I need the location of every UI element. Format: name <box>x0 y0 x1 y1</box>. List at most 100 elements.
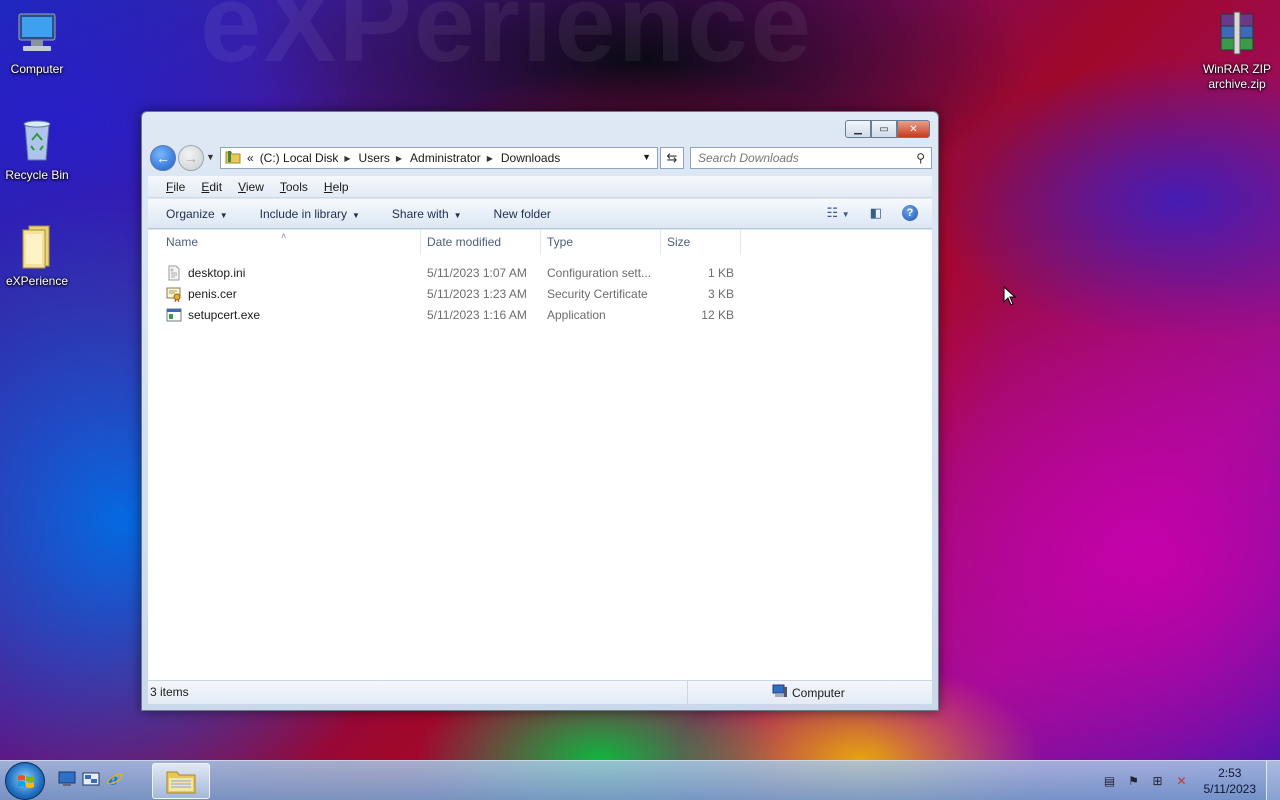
chevron-right-icon[interactable]: ▶ <box>344 154 350 163</box>
status-zone: Computer <box>772 684 845 701</box>
command-bar: Organize ▼ Include in library ▼ Share with… <box>148 199 932 229</box>
file-row[interactable]: setupcert.exe 5/11/2023 1:16 AM Applicat… <box>148 304 932 325</box>
desktop-icon-experience-folder[interactable]: eXPerience <box>0 222 74 289</box>
explorer-folder-icon <box>166 771 196 794</box>
refresh-button[interactable]: ⇆ <box>660 147 684 169</box>
file-type: Application <box>547 307 606 322</box>
back-button[interactable]: ← <box>150 145 176 171</box>
chevron-right-icon[interactable]: ▶ <box>396 154 402 163</box>
breadcrumb-overflow[interactable]: « <box>247 151 254 165</box>
minimize-button[interactable]: ▁ <box>845 120 871 138</box>
view-controls: ☷ ▼ ◧ ? <box>807 205 918 221</box>
file-size: 1 KB <box>707 265 734 280</box>
menu-view[interactable]: View <box>238 180 264 194</box>
network-icon[interactable]: ⊞ <box>1150 773 1166 789</box>
navigation-bar: ← → ▼ « (C:) Local Disk ▶ Users ▶ Admini… <box>150 144 932 172</box>
caption-buttons: ▁ ▭ ✕ <box>845 120 930 138</box>
file-name: penis.cer <box>188 286 237 301</box>
breadcrumb-administrator[interactable]: Administrator <box>410 151 481 165</box>
status-bar: 3 items Computer <box>148 680 932 704</box>
switch-windows-icon[interactable] <box>82 770 100 788</box>
organize-button[interactable]: Organize ▼ <box>166 207 228 221</box>
column-size[interactable]: Size <box>661 230 741 255</box>
recent-pages-dropdown[interactable]: ▼ <box>206 152 215 162</box>
share-with-button[interactable]: Share with ▼ <box>392 207 462 221</box>
taskbar-explorer-button[interactable] <box>152 763 210 799</box>
item-count: 3 items <box>148 681 688 704</box>
file-name: desktop.ini <box>188 265 246 280</box>
chevron-down-icon: ▼ <box>453 210 462 220</box>
desktop-icon-label: eXPerience <box>5 274 69 288</box>
column-headers: Name ˄ Date modified Type Size <box>148 230 932 255</box>
chevron-down-icon: ▼ <box>352 210 360 220</box>
ini-file-icon <box>166 265 182 281</box>
clock-time: 2:53 <box>1218 766 1242 780</box>
chevron-down-icon: ▼ <box>219 210 228 220</box>
windows-logo-icon <box>18 775 34 788</box>
file-date: 5/11/2023 1:23 AM <box>427 286 527 301</box>
help-icon: ? <box>902 205 918 221</box>
file-date: 5/11/2023 1:07 AM <box>427 265 527 280</box>
close-button[interactable]: ✕ <box>897 120 930 138</box>
desktop-icon-computer[interactable]: Computer <box>0 10 74 77</box>
forward-arrow-icon: → <box>184 150 198 166</box>
file-list: Name ˄ Date modified Type Size desktop.i… <box>148 230 932 680</box>
volume-muted-icon[interactable]: ✕ <box>1174 773 1190 789</box>
desktop-icon-label: Computer <box>10 62 64 76</box>
computer-icon <box>772 684 788 701</box>
preview-pane-button[interactable]: ◧ <box>870 205 882 221</box>
column-date-modified[interactable]: Date modified <box>421 230 541 255</box>
show-desktop-icon[interactable] <box>58 770 76 788</box>
menu-tools[interactable]: Tools <box>280 180 308 194</box>
menu-file[interactable]: File <box>166 180 185 194</box>
details-view-icon: ☷ <box>826 205 839 220</box>
certificate-icon <box>166 286 182 302</box>
clock-date: 5/11/2023 <box>1203 782 1257 796</box>
menu-bar: File Edit View Tools Help <box>148 176 932 198</box>
file-type: Configuration sett... <box>547 265 652 280</box>
show-desktop-button[interactable] <box>1266 761 1280 800</box>
explorer-window: ▁ ▭ ✕ ← → ▼ « (C:) Local Disk ▶ Users ▶ … <box>141 111 939 711</box>
address-dropdown-icon[interactable]: ▼ <box>642 152 651 162</box>
new-folder-button[interactable]: New folder <box>494 207 551 221</box>
include-in-library-button[interactable]: Include in library ▼ <box>260 207 360 221</box>
help-button[interactable]: ? <box>902 205 918 221</box>
search-input[interactable]: Search Downloads ⚲ <box>690 147 932 169</box>
breadcrumb-downloads[interactable]: Downloads <box>501 151 560 165</box>
menu-edit[interactable]: Edit <box>201 180 222 194</box>
breadcrumb-local-disk[interactable]: (C:) Local Disk <box>260 151 339 165</box>
address-bar[interactable]: « (C:) Local Disk ▶ Users ▶ Administrato… <box>220 147 658 169</box>
file-row[interactable]: desktop.ini 5/11/2023 1:07 AM Configurat… <box>148 262 932 283</box>
action-center-icon[interactable]: ▤ <box>1102 773 1118 789</box>
recycle-bin-icon <box>13 116 61 164</box>
wallpaper-watermark: eXPerience <box>200 0 814 85</box>
desktop-icon-recycle-bin[interactable]: Recycle Bin <box>0 116 74 183</box>
desktop-icon-winrar-archive[interactable]: WinRAR ZIP archive.zip <box>1198 10 1276 92</box>
breadcrumb-users[interactable]: Users <box>359 151 390 165</box>
flag-icon[interactable]: ⚑ <box>1126 773 1142 789</box>
zone-label: Computer <box>792 685 845 700</box>
menu-help[interactable]: Help <box>324 180 349 194</box>
file-name: setupcert.exe <box>188 307 261 322</box>
sort-ascending-icon: ˄ <box>281 231 287 241</box>
change-view-button[interactable]: ☷ ▼ <box>827 205 850 221</box>
folder-icon <box>13 222 61 270</box>
internet-explorer-icon[interactable]: e <box>106 770 124 788</box>
maximize-button[interactable]: ▭ <box>871 120 897 138</box>
refresh-icon: ⇆ <box>666 150 678 165</box>
column-name[interactable]: Name ˄ <box>148 230 421 255</box>
file-size: 12 KB <box>701 307 734 322</box>
file-date: 5/11/2023 1:16 AM <box>427 307 527 322</box>
search-icon[interactable]: ⚲ <box>916 148 925 168</box>
file-row[interactable]: penis.cer 5/11/2023 1:23 AM Security Cer… <box>148 283 932 304</box>
forward-button[interactable]: → <box>178 145 204 171</box>
file-size: 3 KB <box>707 286 734 301</box>
chevron-right-icon[interactable]: ▶ <box>487 154 493 163</box>
column-type[interactable]: Type <box>541 230 661 255</box>
exe-file-icon <box>166 307 182 323</box>
start-button[interactable] <box>5 762 45 800</box>
file-type: Security Certificate <box>547 286 648 301</box>
desktop-icon-label: Recycle Bin <box>5 168 69 182</box>
search-placeholder: Search Downloads <box>698 151 799 165</box>
clock[interactable]: 2:53 5/11/2023 <box>1204 765 1257 797</box>
